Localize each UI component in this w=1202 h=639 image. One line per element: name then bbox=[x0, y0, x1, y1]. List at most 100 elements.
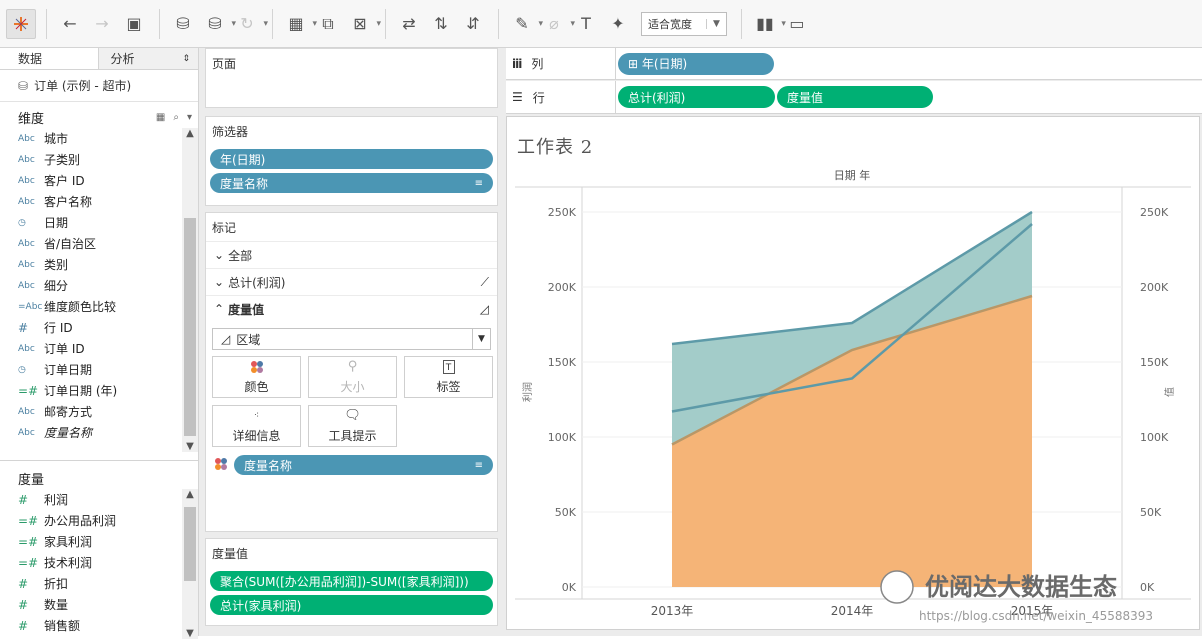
dimension-field[interactable]: Abc 度量名称 bbox=[0, 422, 198, 443]
dimension-field[interactable]: =# 订单日期 (年) bbox=[0, 380, 198, 401]
dimension-field[interactable]: Abc 邮寄方式 bbox=[0, 401, 198, 422]
pause-updates-icon[interactable]: ⛁ bbox=[200, 9, 236, 39]
clear-sheet-icon[interactable]: ⊠ bbox=[345, 9, 381, 39]
dimension-field[interactable]: # 行 ID bbox=[0, 317, 198, 338]
dimension-field[interactable]: ◷ 订单日期 bbox=[0, 359, 198, 380]
dimension-field[interactable]: Abc 客户名称 bbox=[0, 191, 198, 212]
datasource-item[interactable]: ⛁ 订单 (示例 - 超市) bbox=[0, 70, 198, 102]
filters-card[interactable]: 筛选器 年(日期) 度量名称 ≡ bbox=[205, 116, 498, 206]
tab-analysis[interactable]: 分析 ⇕ bbox=[98, 48, 198, 69]
group-icon[interactable]: ⌀ bbox=[539, 9, 575, 39]
dimension-field[interactable]: Abc 客户 ID bbox=[0, 170, 198, 191]
show-me-icon[interactable]: ▮▮ bbox=[750, 9, 786, 39]
dimension-field[interactable]: Abc 城市 bbox=[0, 128, 198, 149]
size-button[interactable]: ⚲ 大小 bbox=[308, 356, 397, 398]
scroll-thumb[interactable] bbox=[184, 507, 196, 581]
color-dots-icon bbox=[250, 360, 264, 374]
swap-rows-columns-icon[interactable]: ⇄ bbox=[394, 9, 424, 39]
rows-shelf[interactable]: ☰ 行 总计(利润) 度量值 bbox=[506, 80, 1202, 114]
sort-icon: ≡ bbox=[474, 459, 483, 471]
fit-select[interactable]: 适合宽度 ▼ bbox=[641, 11, 727, 36]
right-tick-label: 200K bbox=[1140, 281, 1169, 294]
sort-ascending-icon[interactable]: ⇅ bbox=[426, 9, 456, 39]
workspace: iii 列 ⊞ 年(日期) ☰ 行 总计(利润) 度量值 工作表 2 日期 年 0K 0… bbox=[506, 48, 1202, 636]
rows-pill-label: 总计(利润) bbox=[628, 90, 686, 105]
watermark-url: https://blog.csdn.net/weixin_45588393 bbox=[919, 609, 1153, 623]
measure-field[interactable]: # 折扣 bbox=[0, 573, 198, 594]
measure-value-pill[interactable]: 总计(家具利润) bbox=[210, 595, 493, 615]
scroll-up-icon[interactable]: ▲ bbox=[182, 128, 198, 139]
number-icon: # bbox=[18, 597, 29, 612]
wechat-logo-icon bbox=[880, 570, 914, 604]
columns-shelf[interactable]: iii 列 ⊞ 年(日期) bbox=[506, 48, 1202, 80]
measure-field[interactable]: =# 家具利润 bbox=[0, 531, 198, 552]
color-button[interactable]: 颜色 bbox=[212, 356, 301, 398]
measure-field[interactable]: # 数量 bbox=[0, 594, 198, 615]
field-label: 数量 bbox=[44, 598, 69, 612]
color-pill[interactable]: 度量名称 ≡ bbox=[234, 455, 493, 475]
marks-row-all[interactable]: ⌄ 全部 bbox=[206, 241, 497, 268]
measure-field[interactable]: =# 技术利润 bbox=[0, 552, 198, 573]
menu-chevron-icon[interactable]: ▾ bbox=[187, 112, 192, 123]
field-label: 行 ID bbox=[44, 321, 73, 335]
field-label: 家具利润 bbox=[44, 535, 93, 549]
rows-pill[interactable]: 总计(利润) bbox=[618, 86, 775, 108]
columns-pill[interactable]: ⊞ 年(日期) bbox=[618, 52, 774, 75]
measures-scrollbar[interactable]: ▲ ▼ bbox=[182, 489, 198, 639]
duplicate-sheet-icon[interactable]: ⧉ bbox=[313, 9, 343, 39]
measure-values-card: 度量值 聚合(SUM([办公用品利润])-SUM([家具利润])) 总计(家具利… bbox=[205, 538, 498, 626]
dimension-field[interactable]: Abc 类别 bbox=[0, 254, 198, 275]
label-button[interactable]: T 标签 bbox=[404, 356, 493, 398]
tab-data[interactable]: 数据 bbox=[0, 48, 99, 69]
tableau-logo-icon[interactable] bbox=[6, 8, 36, 39]
left-tick-label: 0K bbox=[562, 581, 577, 594]
marks-row-total-profit[interactable]: ⌄ 总计(利润) ⟋ bbox=[206, 268, 497, 295]
right-tick-label: 0K bbox=[1140, 581, 1155, 594]
dimension-field[interactable]: Abc 订单 ID bbox=[0, 338, 198, 359]
sort-descending-icon[interactable]: ⇵ bbox=[458, 9, 488, 39]
calculated-number-icon: =# bbox=[18, 534, 39, 549]
color-encoding-row: 度量名称 ≡ bbox=[206, 455, 497, 475]
line-chart-icon: ⟋ bbox=[480, 274, 489, 289]
redo-icon[interactable]: → bbox=[87, 9, 117, 39]
filter-pill[interactable]: 度量名称 ≡ bbox=[210, 173, 493, 193]
save-icon[interactable]: ▣ bbox=[119, 9, 149, 39]
dimension-field[interactable]: =Abc 维度颜色比较 bbox=[0, 296, 198, 317]
refresh-icon[interactable]: ↻ bbox=[232, 9, 268, 39]
fix-axes-icon[interactable]: ✦ bbox=[603, 9, 633, 39]
new-datasource-icon[interactable]: ⛁ bbox=[168, 9, 198, 39]
show-labels-icon[interactable]: T bbox=[571, 9, 601, 39]
search-icon[interactable]: ⌕ bbox=[173, 112, 179, 123]
scroll-down-icon[interactable]: ▼ bbox=[182, 628, 198, 639]
view-list-icon[interactable]: ▦ bbox=[156, 112, 165, 123]
dimension-field[interactable]: Abc 子类别 bbox=[0, 149, 198, 170]
data-pane: 数据 分析 ⇕ ⛁ 订单 (示例 - 超市) 维度 ▦ ⌕ ▾ Abc 城市 Abc 子… bbox=[0, 48, 199, 639]
highlight-icon[interactable]: ✎ bbox=[507, 9, 543, 39]
measure-field[interactable]: =# 办公用品利润 bbox=[0, 510, 198, 531]
columns-icon: iii bbox=[512, 56, 522, 71]
dimension-field[interactable]: Abc 细分 bbox=[0, 275, 198, 296]
color-pill-label: 度量名称 bbox=[244, 458, 293, 473]
area-chart: 日期 年 0K 0K 50K 50K 100K 100K 150K 150K 200K 200K 25… bbox=[515, 168, 1191, 623]
scroll-thumb[interactable] bbox=[184, 218, 196, 436]
dimensions-scrollbar[interactable]: ▲ ▼ bbox=[182, 128, 198, 452]
measure-field[interactable]: # 销售额 bbox=[0, 615, 198, 636]
mark-type-select[interactable]: ◿ 区域 ▼ bbox=[212, 328, 491, 350]
pages-card[interactable]: 页面 bbox=[205, 48, 498, 108]
field-label: 城市 bbox=[44, 132, 69, 146]
marks-row-measure-values[interactable]: ⌃ 度量值 ◿ bbox=[206, 295, 497, 322]
field-label: 订单 ID bbox=[44, 342, 85, 356]
scroll-down-icon[interactable]: ▼ bbox=[182, 441, 198, 452]
dimension-field[interactable]: ◷ 日期 bbox=[0, 212, 198, 233]
detail-button[interactable]: ⁖ 详细信息 bbox=[212, 405, 301, 447]
tooltip-button[interactable]: 🗨 工具提示 bbox=[308, 405, 397, 447]
presentation-mode-icon[interactable]: ▭ bbox=[782, 9, 812, 39]
filter-pill[interactable]: 年(日期) bbox=[210, 149, 493, 169]
dimension-field[interactable]: Abc 省/自治区 bbox=[0, 233, 198, 254]
scroll-up-icon[interactable]: ▲ bbox=[182, 489, 198, 500]
measure-field[interactable]: # 利润 bbox=[0, 489, 198, 510]
new-worksheet-icon[interactable]: ▦ bbox=[281, 9, 317, 39]
rows-pill[interactable]: 度量值 bbox=[777, 86, 933, 108]
undo-icon[interactable]: ← bbox=[55, 9, 85, 39]
measure-value-pill[interactable]: 聚合(SUM([办公用品利润])-SUM([家具利润])) bbox=[210, 571, 493, 591]
